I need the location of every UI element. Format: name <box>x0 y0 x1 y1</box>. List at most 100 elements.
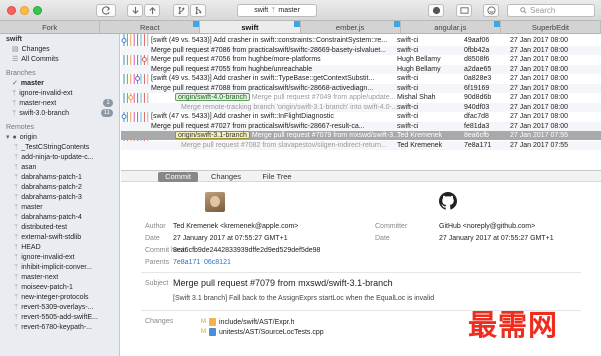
remote-branch-item[interactable]: ᛘ dabrahams-patch-2 <box>0 182 119 192</box>
branch-icon: ᛘ <box>14 313 19 321</box>
close-window-button[interactable] <box>7 6 16 15</box>
feedback-button[interactable] <box>483 4 499 17</box>
remote-branch-item[interactable]: ᛘ new-integer-protocols <box>0 292 119 302</box>
remote-branch-item[interactable]: ᛘ external-swift-stdlib <box>0 232 119 242</box>
parent-link-2[interactable]: 06c8121 <box>204 259 231 266</box>
current-branch-indicator[interactable]: swift ᛘ master <box>237 4 317 17</box>
commit-row[interactable]: Merge pull request #7055 from hughbe/unr… <box>121 64 601 74</box>
commit-message-text: Merge pull request #7086 from practicals… <box>151 46 386 54</box>
remote-branch-label: master <box>21 203 43 211</box>
commit-message-text: Merge remote-tracking branch 'origin/swi… <box>181 103 398 111</box>
tab-commit[interactable]: Commit <box>158 172 198 182</box>
commit-author: Ted Kremenek <box>397 141 443 149</box>
commit-author: Ted Kremenek <box>397 132 443 139</box>
remote-name: origin <box>19 133 37 141</box>
remote-branch-label: add-ninja-to-update-c... <box>21 153 94 161</box>
remote-branch-item[interactable]: ᛘ add-ninja-to-update-c... <box>0 152 119 162</box>
commit-message: Merge pull request #7088 from practicals… <box>151 84 391 93</box>
branch-list: ✓ master ᛘ ignore-invalid-ext ᛘ master-next 1 ᛘ… <box>0 78 119 118</box>
sidebar-branch[interactable]: ✓ master <box>0 78 119 88</box>
merge-button[interactable] <box>190 4 206 17</box>
back-button[interactable] <box>96 4 116 17</box>
minimize-window-button[interactable] <box>20 6 29 15</box>
commit-row[interactable]: [swift (49 vs. 5433)] Add crasher in swi… <box>121 36 601 45</box>
remote-branch-item[interactable]: ᛘ moiseev-patch-1 <box>0 282 119 292</box>
remote-branch-label: dabrahams-patch-1 <box>21 173 82 181</box>
subject-label: Subject <box>145 280 169 287</box>
commit-row[interactable]: Merge pull request #7086 from practicals… <box>121 45 601 55</box>
remote-branch-list: ᛘ _TestCStringContents ᛘ add-ninja-to-updat… <box>0 142 119 332</box>
tab-react[interactable]: React <box>100 21 201 33</box>
parent-link-1[interactable]: 7e8a171 <box>173 259 200 266</box>
tab-angular[interactable]: angular.js <box>401 21 501 33</box>
remote-branch-item[interactable]: ᛘ ignore-invalid-ext <box>0 252 119 262</box>
commit-row[interactable]: Merge pull request #7056 from hughbe/mor… <box>121 55 601 64</box>
tab-label: swift <box>241 22 259 32</box>
commit-row[interactable]: [swift (47 vs. 5433)] Add crasher in swi… <box>121 112 601 121</box>
remote-branch-item[interactable]: ᛘ revert-5505-add-swiftE... <box>0 312 119 322</box>
remote-branch-item[interactable]: ᛘ master-next <box>0 272 119 282</box>
branch-icon: ᛘ <box>14 243 19 251</box>
changed-file-row[interactable]: M include/swift/AST/Expr.h <box>201 318 294 326</box>
commit-body: [Swift 3.1 branch] Fall back to the Assi… <box>173 295 435 302</box>
branch-name: master <box>278 7 300 14</box>
sidebar-item-all-commits[interactable]: ☰ All Commits <box>0 54 119 64</box>
commit-row[interactable]: origin/swift-4.0-branch Merge pull reques… <box>121 93 601 102</box>
tab-swift[interactable]: swift <box>200 21 301 33</box>
sidebar-branch[interactable]: ᛘ swift-3.0-branch 11 <box>0 108 119 118</box>
branch-icon: ᛘ <box>12 99 17 107</box>
branch-tag: origin/swift-3.1-branch <box>175 131 250 139</box>
commit-hash: 90d8d6b <box>464 94 492 101</box>
search-field[interactable]: Search <box>507 4 595 17</box>
commit-date: 27 Jan 2017 08:00 <box>510 37 568 44</box>
branch-icon: ᛘ <box>14 223 19 231</box>
commit-row[interactable]: origin/swift-3.1-branch Merge pull reques… <box>121 131 601 140</box>
remote-branch-item[interactable]: ᛘ revert-5309-overlays-... <box>0 302 119 312</box>
zoom-window-button[interactable] <box>33 6 42 15</box>
commit-author: swift-ci <box>397 75 419 82</box>
branch-icon: ᛘ <box>14 163 19 171</box>
remote-branch-label: ignore-invalid-ext <box>21 253 75 261</box>
remote-branch-item[interactable]: ᛘ asan <box>0 162 119 172</box>
commit-row[interactable]: Merge remote-tracking branch 'origin/swi… <box>121 102 601 112</box>
remote-branch-item[interactable]: ᛘ distributed-test <box>0 222 119 232</box>
remote-branch-item[interactable]: ᛘ dabrahams-patch-1 <box>0 172 119 182</box>
tab-label: ember.js <box>335 22 365 32</box>
tab-fork[interactable]: Fork <box>0 21 101 33</box>
remote-branch-item[interactable]: ᛘ HEAD <box>0 242 119 252</box>
remote-branch-item[interactable]: ᛘ dabrahams-patch-4 <box>0 212 119 222</box>
tab-ember[interactable]: ember.js <box>301 21 401 33</box>
remote-branch-label: revert-5309-overlays-... <box>21 303 94 311</box>
sidebar-item-changes[interactable]: ▤ Changes <box>0 44 119 54</box>
changed-file-row[interactable]: M unitests/AST/SourceLocTests.cpp <box>201 328 324 336</box>
commit-row[interactable]: [swift (49 vs. 5433)] Add crasher in swi… <box>121 74 601 83</box>
tab-changes[interactable]: Changes <box>206 172 246 182</box>
remote-branch-label: HEAD <box>21 243 41 251</box>
branch-button[interactable] <box>173 4 189 17</box>
push-button[interactable] <box>144 4 160 17</box>
branch-icon: ᛘ <box>14 283 19 291</box>
tab-superbedit[interactable]: SuperbEdit <box>501 21 601 33</box>
commit-row[interactable]: Merge pull request #7027 from practicals… <box>121 121 601 131</box>
remote-origin[interactable]: ▾ ● origin <box>0 132 119 142</box>
sidebar-branch[interactable]: ᛘ master-next 1 <box>0 98 119 108</box>
remote-branch-item[interactable]: ᛘ inhibit-implicit-conver... <box>0 262 119 272</box>
fetch-button[interactable] <box>127 4 143 17</box>
terminal-button[interactable] <box>456 4 472 17</box>
commit-date: 27 Jan 2017 08:00 <box>510 113 568 120</box>
branch-icon: ᛘ <box>14 203 19 211</box>
remote-branch-item[interactable]: ᛘ _TestCStringContents <box>0 142 119 152</box>
branch-icon: ᛘ <box>14 183 19 191</box>
remote-branch-item[interactable]: ᛘ revert-6780-keypath-... <box>0 322 119 332</box>
commit-date: 27 Jan 2017 08:00 <box>510 94 568 101</box>
commit-row[interactable]: Merge pull request #7082 from slavapesto… <box>121 140 601 150</box>
commits-icon: ☰ <box>12 56 19 63</box>
remote-branch-item[interactable]: ᛘ dabrahams-patch-3 <box>0 192 119 202</box>
sidebar-branch[interactable]: ᛘ ignore-invalid-ext <box>0 88 119 98</box>
github-button[interactable] <box>428 4 444 17</box>
remote-branch-item[interactable]: ᛘ master <box>0 202 119 212</box>
commit-date: 27 Jan 2017 07:55 <box>510 141 568 149</box>
commit-hash: 0a828e3 <box>464 75 492 82</box>
commit-row[interactable]: Merge pull request #7088 from practicals… <box>121 83 601 93</box>
tab-file-tree[interactable]: File Tree <box>257 172 297 182</box>
